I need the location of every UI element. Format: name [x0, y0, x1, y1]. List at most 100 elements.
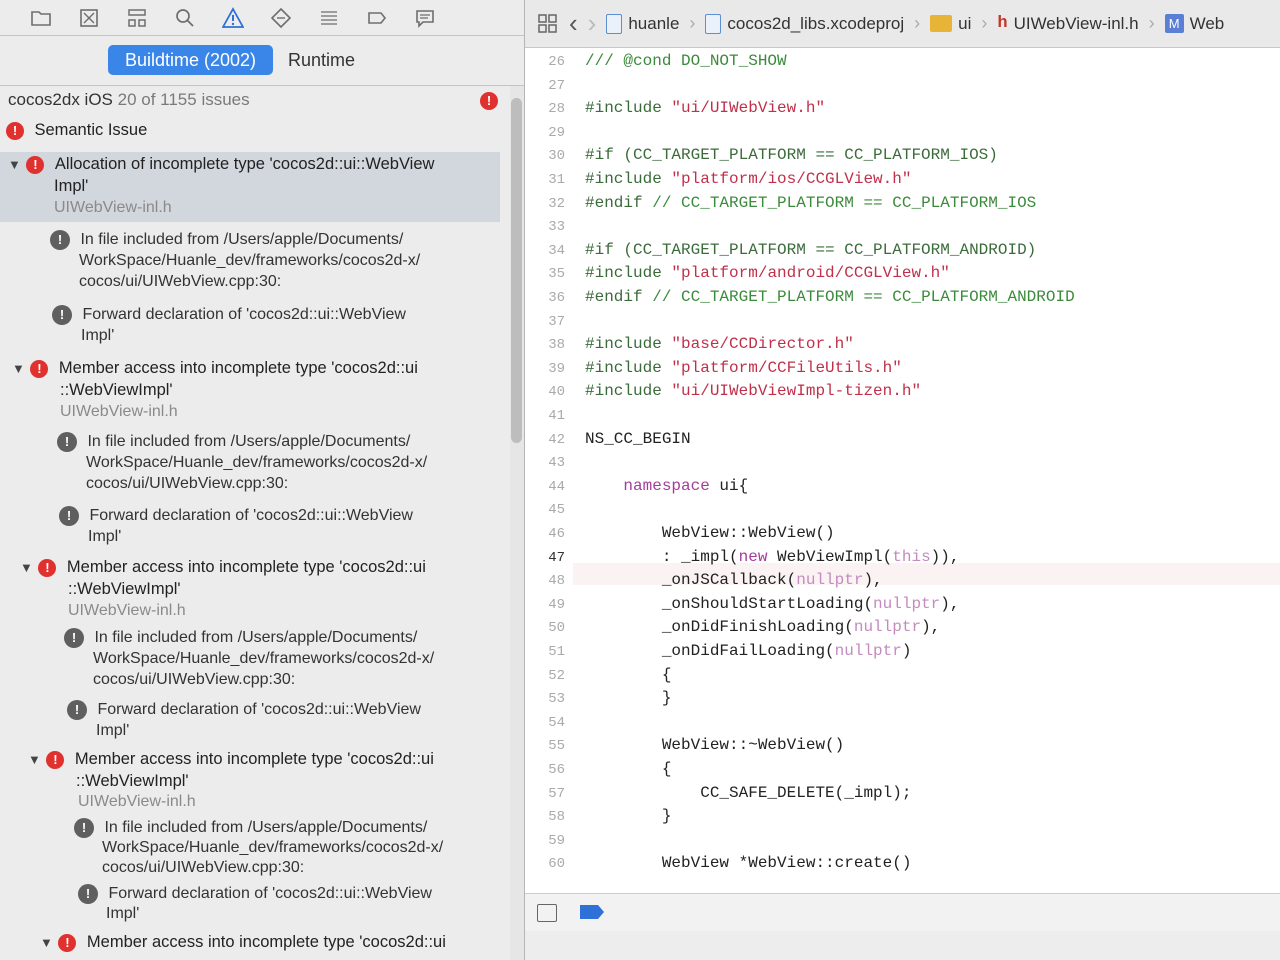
breakpoints-toggle-icon[interactable] — [580, 905, 604, 919]
scope-bar: Buildtime (2002) Runtime — [0, 36, 524, 86]
chevron-left-icon: ‹ — [569, 8, 578, 38]
code-token: #if (CC_TARGET_PLATFORM == CC_PLATFORM_I… — [585, 146, 998, 165]
code-line[interactable]: #endif // CC_TARGET_PLATFORM == CC_PLATF… — [585, 194, 1036, 212]
code-line[interactable]: #include "base/CCDirector.h" — [585, 335, 854, 353]
breakpoint-icon[interactable] — [364, 6, 390, 30]
navigator-toolbar — [0, 0, 524, 36]
runtime-tab[interactable]: Runtime — [288, 45, 355, 75]
code-token: WebViewImpl( — [767, 547, 893, 566]
jumpbar-xcodeproj[interactable]: cocos2d_libs.xcodeproj — [705, 13, 904, 34]
line-number: 26 — [548, 54, 565, 70]
code-line[interactable]: _onDidFinishLoading(nullptr), — [585, 618, 940, 636]
jumpbar-project[interactable]: huanle — [606, 13, 680, 34]
code-line[interactable]: #if (CC_TARGET_PLATFORM == CC_PLATFORM_A… — [585, 241, 1036, 259]
code-line[interactable]: #if (CC_TARGET_PLATFORM == CC_PLATFORM_I… — [585, 146, 998, 164]
related-items-icon[interactable] — [537, 13, 559, 35]
code-line[interactable]: WebView::WebView() — [585, 524, 835, 542]
issue-file[interactable]: UIWebView-inl.h — [54, 198, 172, 218]
test-icon[interactable] — [268, 6, 294, 30]
issue-file[interactable]: UIWebView-inl.h — [78, 792, 196, 812]
line-number: 56 — [548, 762, 565, 778]
note-row[interactable]: ! Forward declaration of 'cocos2d::ui::W… — [78, 884, 432, 904]
jumpbar-project-label: huanle — [628, 13, 680, 33]
code-line[interactable]: #include "platform/CCFileUtils.h" — [585, 359, 902, 377]
note-row[interactable]: ! In file included from /Users/apple/Doc… — [57, 432, 410, 452]
code-line[interactable]: #endif // CC_TARGET_PLATFORM == CC_PLATF… — [585, 288, 1075, 306]
code-token: "platform/CCFileUtils.h" — [671, 358, 902, 377]
note-row[interactable]: ! Forward declaration of 'cocos2d::ui::W… — [59, 506, 413, 526]
code-line[interactable]: _onDidFailLoading(nullptr) — [585, 642, 912, 660]
jumpbar-folder-label: ui — [958, 13, 972, 33]
code-line[interactable]: WebView::~WebView() — [585, 736, 844, 754]
forward-button[interactable]: › — [588, 8, 597, 39]
jumpbar-symbol[interactable]: M Web — [1164, 14, 1224, 34]
disclosure-triangle-icon[interactable]: ▼ — [28, 750, 42, 770]
disclosure-triangle-icon[interactable]: ▼ — [8, 155, 22, 175]
code-token: ), — [921, 618, 941, 637]
note-text: Forward declaration of 'cocos2d::ui::Web… — [89, 507, 413, 525]
note-icon: ! — [67, 700, 87, 720]
code-line[interactable]: /// @cond DO_NOT_SHOW — [585, 52, 787, 70]
note-row[interactable]: ! In file included from /Users/apple/Doc… — [74, 818, 427, 838]
debug-icon[interactable] — [316, 6, 342, 30]
jumpbar-file[interactable]: h UIWebView-inl.h — [997, 14, 1138, 34]
code-line[interactable]: { — [585, 760, 672, 778]
code-line[interactable]: #include "platform/android/CCGLView.h" — [585, 264, 950, 282]
note-row[interactable]: ! Forward declaration of 'cocos2d::ui::W… — [52, 305, 406, 325]
code-line[interactable]: #include "ui/UIWebViewImpl-tizen.h" — [585, 382, 921, 400]
search-icon[interactable] — [172, 6, 198, 30]
code-line[interactable]: } — [585, 689, 672, 707]
code-line[interactable]: _onShouldStartLoading(nullptr), — [585, 595, 960, 613]
jumpbar-folder[interactable]: ui — [930, 14, 971, 34]
issue-row[interactable]: ▼ ! Member access into incomplete type '… — [40, 932, 510, 953]
code-token: #include — [585, 264, 672, 283]
issue-file[interactable]: UIWebView-inl.h — [60, 402, 178, 422]
back-button[interactable]: ‹ — [569, 8, 578, 39]
code-token: _onDidFinishLoading( — [585, 618, 854, 637]
code-line[interactable]: } — [585, 807, 672, 826]
code-line[interactable]: { — [585, 666, 672, 684]
issue-row[interactable]: ▼ ! Member access into incomplete type '… — [20, 557, 510, 578]
code-line[interactable]: : _impl(new WebViewImpl(this)), — [585, 547, 960, 566]
buildtime-tab[interactable]: Buildtime (2002) — [108, 45, 273, 75]
code-line[interactable]: #include "ui/UIWebView.h" — [585, 99, 825, 117]
code-line[interactable]: NS_CC_BEGIN — [585, 430, 691, 448]
scrollbar-thumb[interactable] — [511, 98, 522, 443]
note-row[interactable]: ! In file included from /Users/apple/Doc… — [50, 230, 403, 250]
issues-summary[interactable]: cocos2dx iOS 20 of 1155 issues ! — [8, 90, 498, 114]
note-row[interactable]: ! In file included from /Users/apple/Doc… — [64, 628, 417, 648]
issue-row[interactable]: ▼ ! Member access into incomplete type '… — [28, 749, 508, 770]
code-line[interactable]: #include "platform/ios/CCGLView.h" — [585, 170, 911, 188]
hierarchy-icon[interactable] — [124, 6, 150, 30]
issue-row[interactable]: ▼ ! Member access into incomplete type '… — [12, 358, 502, 379]
note-text-cont: cocos/ui/UIWebView.cpp:30: — [86, 475, 289, 492]
issue-file[interactable]: UIWebView-inl.h — [68, 601, 186, 621]
code-token: "ui/UIWebView.h" — [671, 99, 826, 118]
code-token: CC_SAFE_DELETE(_impl); — [585, 783, 912, 802]
note-text-cont: WorkSpace/Huanle_dev/frameworks/cocos2d-… — [79, 252, 421, 269]
source-control-icon[interactable] — [76, 6, 102, 30]
line-number: 30 — [548, 148, 565, 165]
code-line[interactable]: namespace ui{ — [585, 477, 748, 495]
code-line[interactable]: _onJSCallback(nullptr), — [585, 571, 883, 589]
code-token: /// @cond DO_NOT_SHOW — [585, 52, 787, 70]
hide-debug-area-icon[interactable] — [537, 904, 557, 922]
disclosure-triangle-icon[interactable]: ▼ — [12, 359, 26, 379]
category-semantic-issue[interactable]: ! Semantic Issue — [6, 120, 147, 141]
code-token: // CC_TARGET_PLATFORM == CC_PLATFORM_IOS — [652, 193, 1037, 212]
disclosure-triangle-icon[interactable]: ▼ — [40, 933, 54, 953]
warning-icon[interactable] — [220, 6, 246, 30]
code-token: } — [585, 807, 672, 826]
folder-icon[interactable] — [28, 6, 54, 30]
method-icon: M — [1164, 14, 1184, 33]
line-number: 29 — [548, 124, 565, 141]
code-line[interactable]: CC_SAFE_DELETE(_impl); — [585, 784, 911, 802]
disclosure-triangle-icon[interactable]: ▼ — [20, 558, 34, 578]
code-line[interactable]: WebView *WebView::create() — [585, 854, 912, 872]
code-token: _onDidFailLoading( — [585, 642, 835, 660]
code-token: nullptr — [796, 571, 864, 590]
report-icon[interactable] — [412, 6, 438, 30]
note-text-cont: Impl' — [88, 528, 122, 545]
note-row[interactable]: ! Forward declaration of 'cocos2d::ui::W… — [67, 700, 421, 720]
issue-row[interactable]: ▼ ! Allocation of incomplete type 'cocos… — [8, 154, 498, 175]
